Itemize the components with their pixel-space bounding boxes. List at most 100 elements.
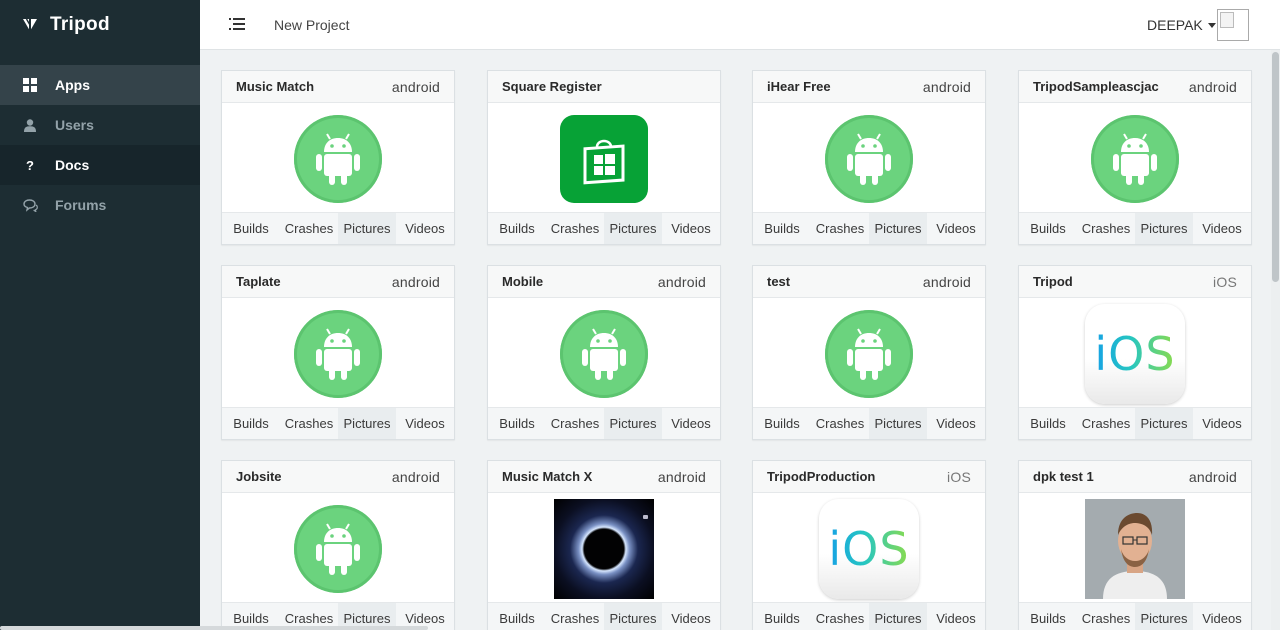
app-card-links: Builds Crashes Pictures Videos xyxy=(1019,407,1251,439)
builds-link[interactable]: Builds xyxy=(753,408,811,439)
crashes-link[interactable]: Crashes xyxy=(546,213,604,244)
videos-link[interactable]: Videos xyxy=(927,213,985,244)
app-card-links: Builds Crashes Pictures Videos xyxy=(1019,212,1251,244)
builds-link[interactable]: Builds xyxy=(488,213,546,244)
pictures-link[interactable]: Pictures xyxy=(869,213,927,244)
android-icon xyxy=(825,309,913,398)
videos-link[interactable]: Videos xyxy=(396,213,454,244)
pictures-link[interactable]: Pictures xyxy=(869,408,927,439)
app-image[interactable] xyxy=(222,103,454,214)
builds-link[interactable]: Builds xyxy=(753,603,811,630)
project-link[interactable]: New Project xyxy=(274,17,349,33)
videos-link[interactable]: Videos xyxy=(662,408,720,439)
crashes-link[interactable]: Crashes xyxy=(1077,213,1135,244)
crashes-link[interactable]: Crashes xyxy=(811,603,869,630)
app-image[interactable] xyxy=(222,493,454,604)
pictures-link[interactable]: Pictures xyxy=(338,213,396,244)
app-name[interactable]: TripodProduction xyxy=(767,469,875,484)
app-card-header: TripodSampleascjac android xyxy=(1019,71,1251,103)
app-name[interactable]: test xyxy=(767,274,790,289)
crashes-link[interactable]: Crashes xyxy=(1077,408,1135,439)
app-name[interactable]: Taplate xyxy=(236,274,281,289)
app-image[interactable] xyxy=(1019,103,1251,214)
pictures-link[interactable]: Pictures xyxy=(604,213,662,244)
app-card-header: Tripod iOS xyxy=(1019,266,1251,298)
crashes-link[interactable]: Crashes xyxy=(1077,603,1135,630)
sidebar-item-users[interactable]: Users xyxy=(0,105,200,145)
videos-link[interactable]: Videos xyxy=(396,408,454,439)
sidebar-item-docs[interactable]: ? Docs xyxy=(0,145,200,185)
app-image[interactable] xyxy=(488,298,720,409)
app-image[interactable] xyxy=(488,493,720,604)
videos-link[interactable]: Videos xyxy=(927,408,985,439)
ios-icon: iOS xyxy=(1085,303,1185,404)
app-name[interactable]: iHear Free xyxy=(767,79,831,94)
app-image[interactable] xyxy=(222,298,454,409)
horizontal-scrollbar[interactable] xyxy=(0,626,428,630)
crashes-link[interactable]: Crashes xyxy=(546,408,604,439)
app-name[interactable]: TripodSampleascjac xyxy=(1033,79,1159,94)
sidebar-item-forums[interactable]: Forums xyxy=(0,185,200,225)
app-card-links: Builds Crashes Pictures Videos xyxy=(488,407,720,439)
platform-label: iOS xyxy=(947,469,971,485)
app-card-header: Taplate android xyxy=(222,266,454,298)
builds-link[interactable]: Builds xyxy=(222,408,280,439)
user-menu[interactable]: DEEPAK xyxy=(1147,17,1216,33)
pictures-link[interactable]: Pictures xyxy=(604,408,662,439)
brand[interactable]: Tripod xyxy=(0,0,200,50)
platform-label: android xyxy=(657,469,706,485)
builds-link[interactable]: Builds xyxy=(488,408,546,439)
pictures-link[interactable]: Pictures xyxy=(869,603,927,630)
pictures-link[interactable]: Pictures xyxy=(604,603,662,630)
app-card-header: dpk test 1 android xyxy=(1019,461,1251,493)
app-card-header: Music Match android xyxy=(222,71,454,103)
app-name[interactable]: dpk test 1 xyxy=(1033,469,1094,484)
pictures-link[interactable]: Pictures xyxy=(1135,603,1193,630)
avatar[interactable] xyxy=(1217,9,1249,41)
app-name[interactable]: Jobsite xyxy=(236,469,282,484)
builds-link[interactable]: Builds xyxy=(488,603,546,630)
app-name[interactable]: Music Match X xyxy=(502,469,592,484)
app-image[interactable]: iOS xyxy=(1019,298,1251,409)
app-name[interactable]: Music Match xyxy=(236,79,314,94)
sidebar-item-apps[interactable]: Apps xyxy=(0,65,200,105)
builds-link[interactable]: Builds xyxy=(1019,408,1077,439)
pictures-link[interactable]: Pictures xyxy=(1135,213,1193,244)
builds-link[interactable]: Builds xyxy=(222,213,280,244)
app-image[interactable] xyxy=(488,103,720,214)
builds-link[interactable]: Builds xyxy=(1019,213,1077,244)
builds-link[interactable]: Builds xyxy=(753,213,811,244)
builds-link[interactable]: Builds xyxy=(1019,603,1077,630)
app-image[interactable] xyxy=(1019,493,1251,604)
app-name[interactable]: Tripod xyxy=(1033,274,1073,289)
videos-link[interactable]: Videos xyxy=(662,603,720,630)
scrollbar-thumb[interactable] xyxy=(1272,52,1279,282)
app-name[interactable]: Square Register xyxy=(502,79,602,94)
android-icon xyxy=(294,114,382,203)
app-card-links: Builds Crashes Pictures Videos xyxy=(222,212,454,244)
crashes-link[interactable]: Crashes xyxy=(546,603,604,630)
crashes-link[interactable]: Crashes xyxy=(811,213,869,244)
app-image[interactable] xyxy=(753,298,985,409)
app-card: dpk test 1 android Builds Crashes Pictures Vi… xyxy=(1018,460,1252,630)
sidebar: Tripod Apps Users ? Docs Forums xyxy=(0,0,200,630)
pictures-link[interactable]: Pictures xyxy=(1135,408,1193,439)
videos-link[interactable]: Videos xyxy=(1193,213,1251,244)
app-card: Jobsite android Builds Crashes Pictures Video… xyxy=(221,460,455,630)
videos-link[interactable]: Videos xyxy=(662,213,720,244)
crashes-link[interactable]: Crashes xyxy=(280,408,338,439)
app-image[interactable] xyxy=(753,103,985,214)
menu-toggle-icon[interactable] xyxy=(229,17,245,31)
vertical-scrollbar[interactable] xyxy=(1271,50,1280,630)
videos-link[interactable]: Videos xyxy=(1193,408,1251,439)
crashes-link[interactable]: Crashes xyxy=(280,213,338,244)
app-image[interactable]: iOS xyxy=(753,493,985,604)
person-photo xyxy=(1085,498,1185,599)
ios-icon: iOS xyxy=(819,498,919,599)
videos-link[interactable]: Videos xyxy=(1193,603,1251,630)
app-name[interactable]: Mobile xyxy=(502,274,543,289)
pictures-link[interactable]: Pictures xyxy=(338,408,396,439)
app-card-links: Builds Crashes Pictures Videos xyxy=(753,212,985,244)
videos-link[interactable]: Videos xyxy=(927,603,985,630)
crashes-link[interactable]: Crashes xyxy=(811,408,869,439)
